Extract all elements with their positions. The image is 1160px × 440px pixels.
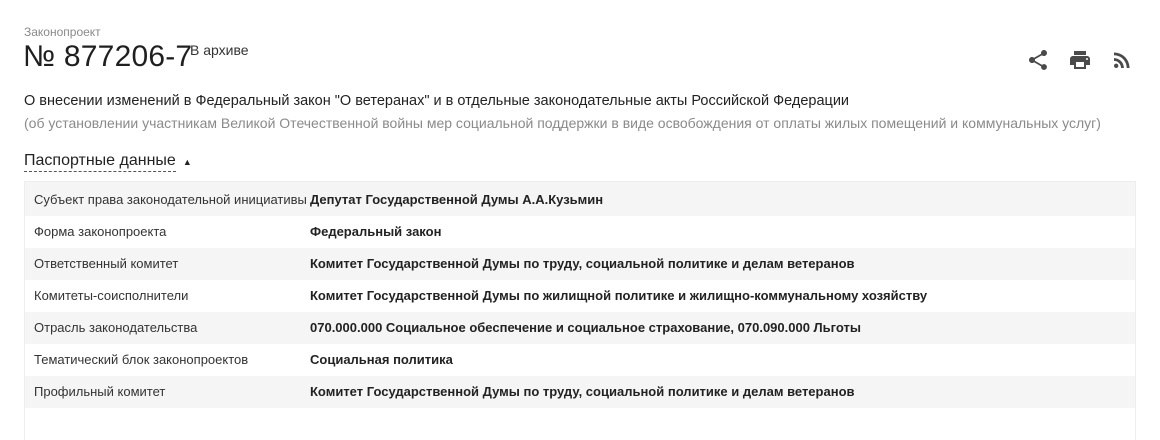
table-row: Ответственный комитет Комитет Государств… [25,248,1135,280]
passport-section-toggle[interactable]: Паспортные данные ▲ [24,152,192,172]
bill-title: О внесении изменений в Федеральный закон… [24,93,850,109]
table-row: Профильный комитет Комитет Государственн… [25,376,1135,408]
header-actions [1026,48,1134,72]
row-key: Комитеты-соисполнители [34,288,189,303]
row-value: Комитет Государственной Думы по жилищной… [310,288,928,303]
row-key: Форма законопроекта [34,224,167,239]
row-value: Федеральный закон [310,224,442,239]
row-value: Социальная политика [310,352,453,367]
row-key: Ответственный комитет [34,256,179,271]
status-badge: В архиве [190,42,249,58]
print-icon[interactable] [1068,48,1092,72]
share-icon[interactable] [1026,48,1050,72]
row-value: 070.000.000 Социальное обеспечение и соц… [310,320,861,335]
row-value: Депутат Государственной Думы А.А.Кузьмин [310,192,604,207]
row-value: Комитет Государственной Думы по труду, с… [310,384,855,399]
caret-up-icon: ▲ [182,157,192,167]
page-kicker: Законопроект [24,25,101,39]
table-row [25,408,1135,440]
table-row: Тематический блок законопроектов Социаль… [25,344,1135,376]
row-key: Профильный комитет [34,384,166,399]
rss-icon[interactable] [1110,48,1134,72]
table-row: Комитеты-соисполнители Комитет Государст… [25,280,1135,312]
bill-number: № 877206-7 [23,40,193,73]
bill-subtitle: (об установлении участникам Великой Отеч… [24,115,1101,131]
table-row: Форма законопроекта Федеральный закон [25,216,1135,248]
passport-table: Субъект права законодательной инициативы… [24,181,1136,440]
table-row: Субъект права законодательной инициативы… [25,182,1135,216]
row-key: Субъект права законодательной инициативы [34,192,307,207]
table-row: Отрасль законодательства 070.000.000 Соц… [25,312,1135,344]
passport-section-label: Паспортные данные [24,152,176,172]
row-value: Комитет Государственной Думы по труду, с… [310,256,855,271]
row-key: Тематический блок законопроектов [34,352,249,367]
row-key: Отрасль законодательства [34,320,198,335]
